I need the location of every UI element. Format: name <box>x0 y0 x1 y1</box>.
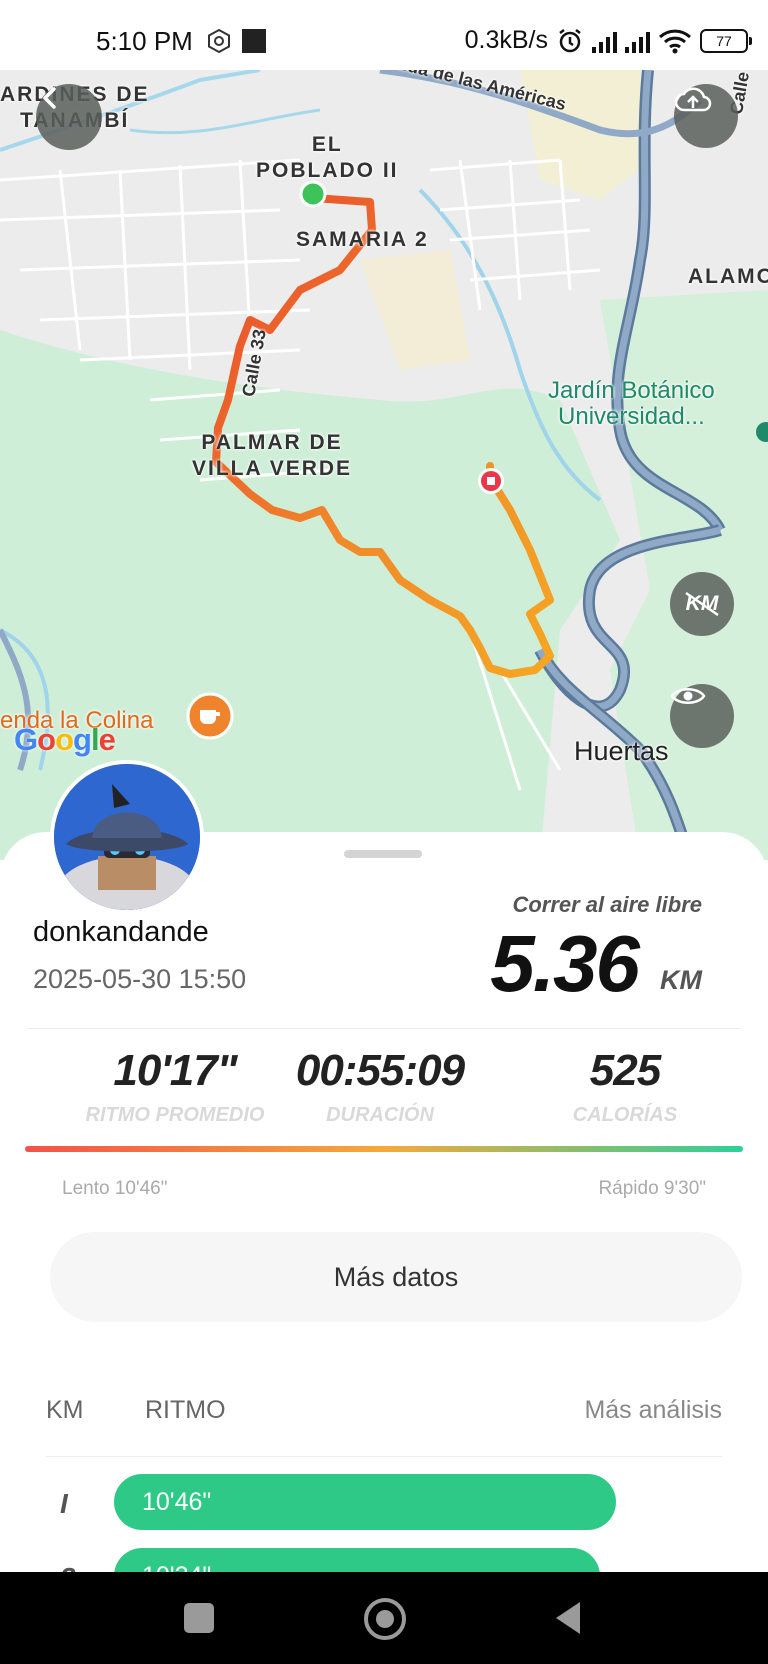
chevron-left-icon <box>43 87 56 109</box>
net-speed: 0.3kB/s <box>464 26 548 54</box>
back-nav-button[interactable] <box>552 1600 584 1636</box>
map-label-alamo: ALAMO <box>688 265 768 288</box>
avatar[interactable] <box>50 760 204 914</box>
stats-divider <box>26 1028 742 1029</box>
pace-slow-label: Lento 10'46" <box>62 1178 168 1199</box>
notification-icons <box>206 28 266 54</box>
stat-avg-pace-value: 10'17" <box>113 1046 237 1095</box>
wifi-icon <box>658 29 692 53</box>
username: donkandande <box>33 916 209 948</box>
more-analysis-link[interactable]: Más análisis <box>584 1396 722 1425</box>
map-label-palmar: PALMAR DE VILLA VERDE <box>192 431 353 480</box>
split-km: I <box>60 1488 68 1519</box>
system-nav-bar <box>0 1572 768 1664</box>
battery-icon: 77 <box>700 28 752 53</box>
more-data-label: Más datos <box>333 1261 459 1292</box>
status-time: 5:10 PM <box>96 26 193 56</box>
splits-col-pace: RITMO <box>145 1396 226 1424</box>
avatar-image <box>54 764 200 910</box>
stat-calories-value: 525 <box>589 1046 661 1095</box>
stat-calories-label: CALORÍAS <box>572 1104 678 1126</box>
splits-col-km: KM <box>46 1396 84 1424</box>
distance-value: 5.36 <box>490 919 640 1008</box>
upload-button[interactable] <box>674 84 738 148</box>
cloud-upload-icon <box>674 87 712 112</box>
map-label-jardin-botanico: Jardín Botánico Universidad... <box>548 377 715 430</box>
more-data-button[interactable]: Más datos <box>50 1232 742 1322</box>
visibility-button[interactable] <box>670 684 734 748</box>
eye-icon <box>670 688 706 704</box>
sheet-drag-handle[interactable] <box>344 850 422 858</box>
google-logo: Google <box>14 722 116 757</box>
split-row: I 10'46" <box>0 1474 768 1534</box>
square-notification-icon <box>242 29 266 53</box>
activity-type: Correr al aire libre <box>512 892 702 917</box>
stat-calories: 525 CALORÍAS <box>540 1046 710 1127</box>
pace-fast-label: Rápido 9'30" <box>598 1178 706 1199</box>
stat-duration-value: 00:55:09 <box>295 1046 465 1095</box>
hexagon-app-icon <box>208 28 230 54</box>
map-label-poblado: EL POBLADO II <box>256 133 399 182</box>
home-dot-icon <box>376 1610 394 1628</box>
alarm-icon <box>559 28 581 52</box>
back-button[interactable] <box>36 84 102 150</box>
stat-duration: 00:55:09 DURACIÓN <box>290 1046 470 1127</box>
recents-button[interactable] <box>184 1603 214 1633</box>
stat-avg-pace: 10'17" RITMO PROMEDIO <box>80 1046 270 1127</box>
signal-1-icon <box>592 29 617 53</box>
splits-divider <box>46 1456 722 1457</box>
home-button[interactable] <box>364 1598 406 1640</box>
stat-avg-pace-label: RITMO PROMEDIO <box>85 1104 265 1126</box>
strikethrough-icon <box>685 591 719 617</box>
map-label-huertas: Huertas <box>574 736 669 766</box>
km-markers-toggle[interactable]: KM <box>670 572 734 636</box>
map-label-samaria: SAMARIA 2 <box>296 228 429 251</box>
distance-unit: KM <box>660 965 702 995</box>
status-bar: 5:10 PM 0.3kB/s 77 <box>0 0 768 70</box>
split-pace: 10'46" <box>142 1487 212 1516</box>
signal-2-icon <box>625 29 650 53</box>
stat-duration-label: DURACIÓN <box>326 1104 434 1126</box>
split-pace-bar: 10'46" <box>114 1474 616 1530</box>
pace-gradient-bar <box>25 1146 743 1152</box>
activity-datetime: 2025-05-30 15:50 <box>33 964 247 994</box>
route-map[interactable]: ARDINES DE TANAMBÍ nida de las Américas … <box>0 70 768 860</box>
